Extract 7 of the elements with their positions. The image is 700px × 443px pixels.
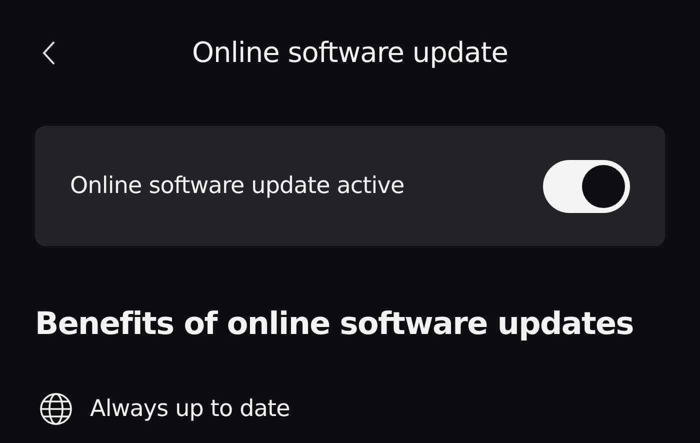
section-heading: Benefits of online software updates [35, 306, 634, 342]
toggle-switch[interactable] [543, 160, 630, 212]
benefit-label: Always up to date [90, 396, 290, 422]
back-icon[interactable] [42, 40, 56, 66]
page-title: Online software update [192, 36, 508, 69]
globe-icon [39, 392, 73, 426]
setting-label: Online software update active [70, 173, 404, 199]
